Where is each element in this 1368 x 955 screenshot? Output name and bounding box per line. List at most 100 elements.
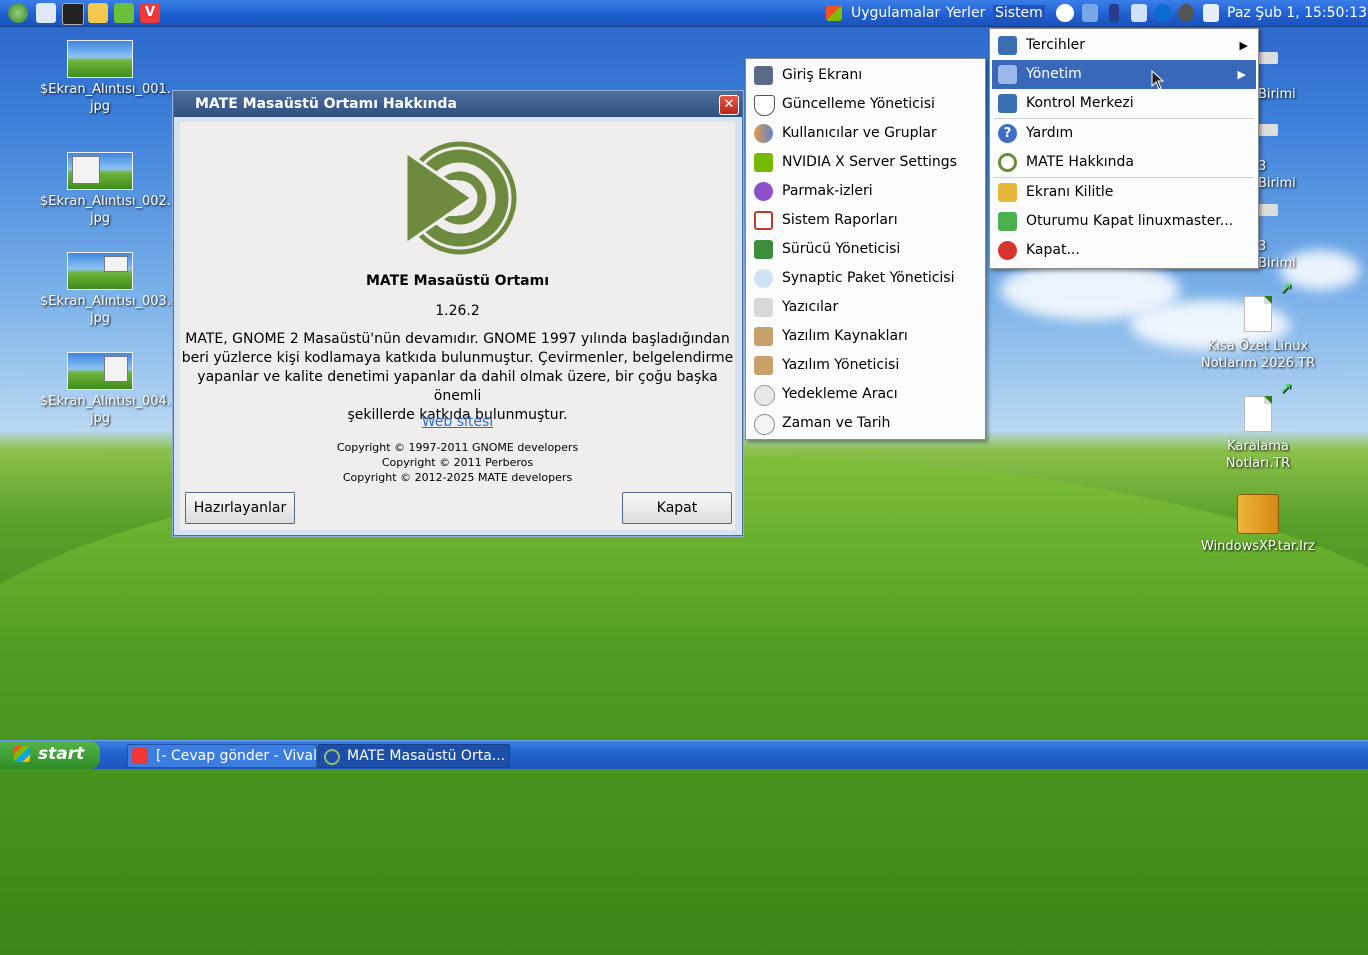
desktop-file-ekran-004[interactable]: $Ekran_Alıntısı_004. jpg (40, 352, 171, 427)
dialog-title: MATE Masaüstü Ortamı Hakkında (195, 96, 457, 112)
panel-clock[interactable]: Paz Şub 1, 15:50:13 (1227, 5, 1367, 21)
text-document-icon: ➚ (1244, 379, 1293, 432)
menu-item-software-sources[interactable]: Yazılım Kaynakları (746, 322, 985, 351)
mate-logo-icon[interactable] (8, 3, 28, 23)
dialog-titlebar[interactable]: MATE Masaüstü Ortamı Hakkında ✕ (174, 92, 742, 117)
administration-icon (998, 65, 1017, 84)
drive-label-partial[interactable]: 3 Birimi (1258, 158, 1308, 192)
mouse-cursor-icon (1151, 70, 1165, 90)
website-link[interactable]: Web sitesi (180, 414, 735, 430)
desktop-file-karalama[interactable]: ➚ Karalama Notları.TR (1198, 379, 1318, 472)
drive-icon[interactable] (1258, 52, 1278, 64)
link-arrow-icon: ➚ (1279, 378, 1293, 397)
menu-system[interactable]: Sistem (993, 5, 1045, 21)
warning-icon (754, 211, 773, 230)
submenu-arrow-icon: ▶ (1239, 39, 1248, 52)
network-icon[interactable] (1056, 4, 1074, 22)
menu-item-control-center[interactable]: Kontrol Merkezi (990, 89, 1258, 118)
windows-flag-icon (14, 746, 30, 762)
link-arrow-icon: ➚ (1279, 278, 1293, 297)
nvidia-icon (754, 153, 773, 172)
update-icon[interactable] (1082, 4, 1098, 22)
menu-item-update-manager[interactable]: Güncelleme Yöneticisi (746, 90, 985, 119)
desktop-file-ekran-002[interactable]: $Ekran_Alıntısı_002. jpg (40, 152, 171, 227)
image-thumbnail-icon (67, 152, 133, 190)
start-button[interactable]: start (0, 741, 100, 769)
desktop-file-label: jpg (89, 211, 111, 226)
desktop-file-label: Kısa Özet Linux (1207, 339, 1309, 354)
menu-item-administration[interactable]: Yönetim ▶ (992, 60, 1256, 89)
copyright-line: Copyright © 2011 Perberos (381, 456, 534, 469)
mate-logo-icon (398, 141, 517, 255)
image-thumbnail-icon (67, 352, 133, 390)
software-box-icon (754, 327, 773, 346)
package-icon (754, 269, 773, 288)
app-name: MATE Masaüstü Ortamı (366, 273, 549, 289)
intel-icon[interactable] (1155, 4, 1171, 22)
menu-item-nvidia-settings[interactable]: NVIDIA X Server Settings (746, 148, 985, 177)
menu-item-preferences[interactable]: Tercihler ▶ (990, 31, 1258, 60)
menu-item-driver-manager[interactable]: Sürücü Yöneticisi (746, 235, 985, 264)
close-icon[interactable]: ✕ (719, 95, 739, 115)
notes-icon[interactable] (1203, 4, 1219, 22)
dialog-body: MATE Masaüstü Ortamı 1.26.2 MATE, GNOME … (180, 122, 735, 530)
menu-item-help[interactable]: ? Yardım (990, 119, 1258, 148)
close-button[interactable]: Kapat (622, 492, 732, 524)
desktop-file-ekran-003[interactable]: $Ekran_Alıntısı_003. jpg (40, 252, 171, 327)
drive-icon[interactable] (1258, 124, 1278, 136)
taskbar: start [- Cevap gönder - Vival... MATE Ma… (0, 740, 1368, 769)
fingerprint-icon (754, 182, 773, 201)
drive-icon[interactable] (1258, 204, 1278, 216)
folder-icon[interactable] (88, 3, 108, 23)
desktop-file-label: jpg (89, 99, 111, 114)
app-description: MATE, GNOME 2 Masaüstü'nün devamıdır. GN… (180, 330, 735, 425)
desktop-file-label: WindowsXP.tar.lrz (1200, 539, 1315, 554)
menu-applications[interactable]: Uygulamalar (851, 5, 940, 21)
menu-item-about-mate[interactable]: MATE Hakkında (990, 148, 1258, 177)
menu-item-system-reports[interactable]: Sistem Raporları (746, 206, 985, 235)
drive-label-partial[interactable]: 3 Birimi (1258, 238, 1308, 272)
battery-icon[interactable] (1109, 4, 1119, 22)
taskbar-item-vivaldi[interactable]: [- Cevap gönder - Vival... (127, 744, 317, 768)
printer-icon (754, 298, 773, 317)
preferences-icon (998, 36, 1017, 55)
desktop-file-ekran-001[interactable]: $Ekran_Alıntısı_001. jpg (40, 40, 171, 115)
desktop-file-windowsxp-archive[interactable]: WindowsXP.tar.lrz (1198, 494, 1318, 555)
window-icon[interactable] (1131, 4, 1147, 22)
terminal-icon[interactable] (62, 3, 84, 25)
log-out-icon (998, 212, 1017, 231)
credits-button[interactable]: Hazırlayanlar (185, 492, 295, 524)
menu-item-shut-down[interactable]: Kapat... (990, 236, 1258, 265)
desktop-file-label: Karalama Notları.TR (1225, 439, 1291, 471)
menu-item-printers[interactable]: Yazıcılar (746, 293, 985, 322)
archive-icon (1237, 494, 1279, 534)
taskbar-item-about-mate[interactable]: MATE Masaüstü Orta... (318, 744, 510, 768)
volume-icon[interactable] (1178, 4, 1194, 22)
menu-item-fingerprints[interactable]: Parmak-izleri (746, 177, 985, 206)
file-manager-icon[interactable] (36, 3, 56, 23)
desktop-file-kisa-ozet[interactable]: ➚ Kısa Özet Linux Notlarım 2026.TR (1198, 279, 1318, 372)
admin-submenu: Giriş Ekranı Güncelleme Yöneticisi Kulla… (745, 58, 986, 440)
control-center-icon (998, 94, 1017, 113)
menu-item-lock-screen[interactable]: Ekranı Kilitle (990, 178, 1258, 207)
about-dialog: MATE Masaüstü Ortamı Hakkında ✕ MATE Mas… (173, 91, 743, 536)
menu-item-synaptic[interactable]: Synaptic Paket Yöneticisi (746, 264, 985, 293)
app-version: 1.26.2 (435, 303, 480, 319)
description-line: MATE, GNOME 2 Masaüstü'nün devamıdır. GN… (185, 331, 730, 347)
copyright-line: Copyright © 2012-2025 MATE developers (342, 471, 573, 484)
menu-item-users-groups[interactable]: Kullanıcılar ve Gruplar (746, 119, 985, 148)
menu-item-log-out[interactable]: Oturumu Kapat linuxmaster... (990, 207, 1258, 236)
mate-logo-icon (998, 153, 1017, 172)
vivaldi-icon[interactable]: V (140, 3, 160, 23)
desktop-file-label: jpg (89, 311, 111, 326)
clock-icon (754, 414, 775, 435)
menu-item-login-screen[interactable]: Giriş Ekranı (746, 61, 985, 90)
menu-item-software-manager[interactable]: Yazılım Yöneticisi (746, 351, 985, 380)
menu-item-time-date[interactable]: Zaman ve Tarih (746, 409, 985, 438)
menu-item-backup-tool[interactable]: Yedekleme Aracı (746, 380, 985, 409)
menu-places[interactable]: Yerler (946, 5, 985, 21)
login-screen-icon (754, 66, 773, 85)
drive-label-partial[interactable]: Birimi (1258, 86, 1308, 103)
power-icon (998, 241, 1017, 260)
text-editor-icon[interactable] (114, 3, 134, 23)
